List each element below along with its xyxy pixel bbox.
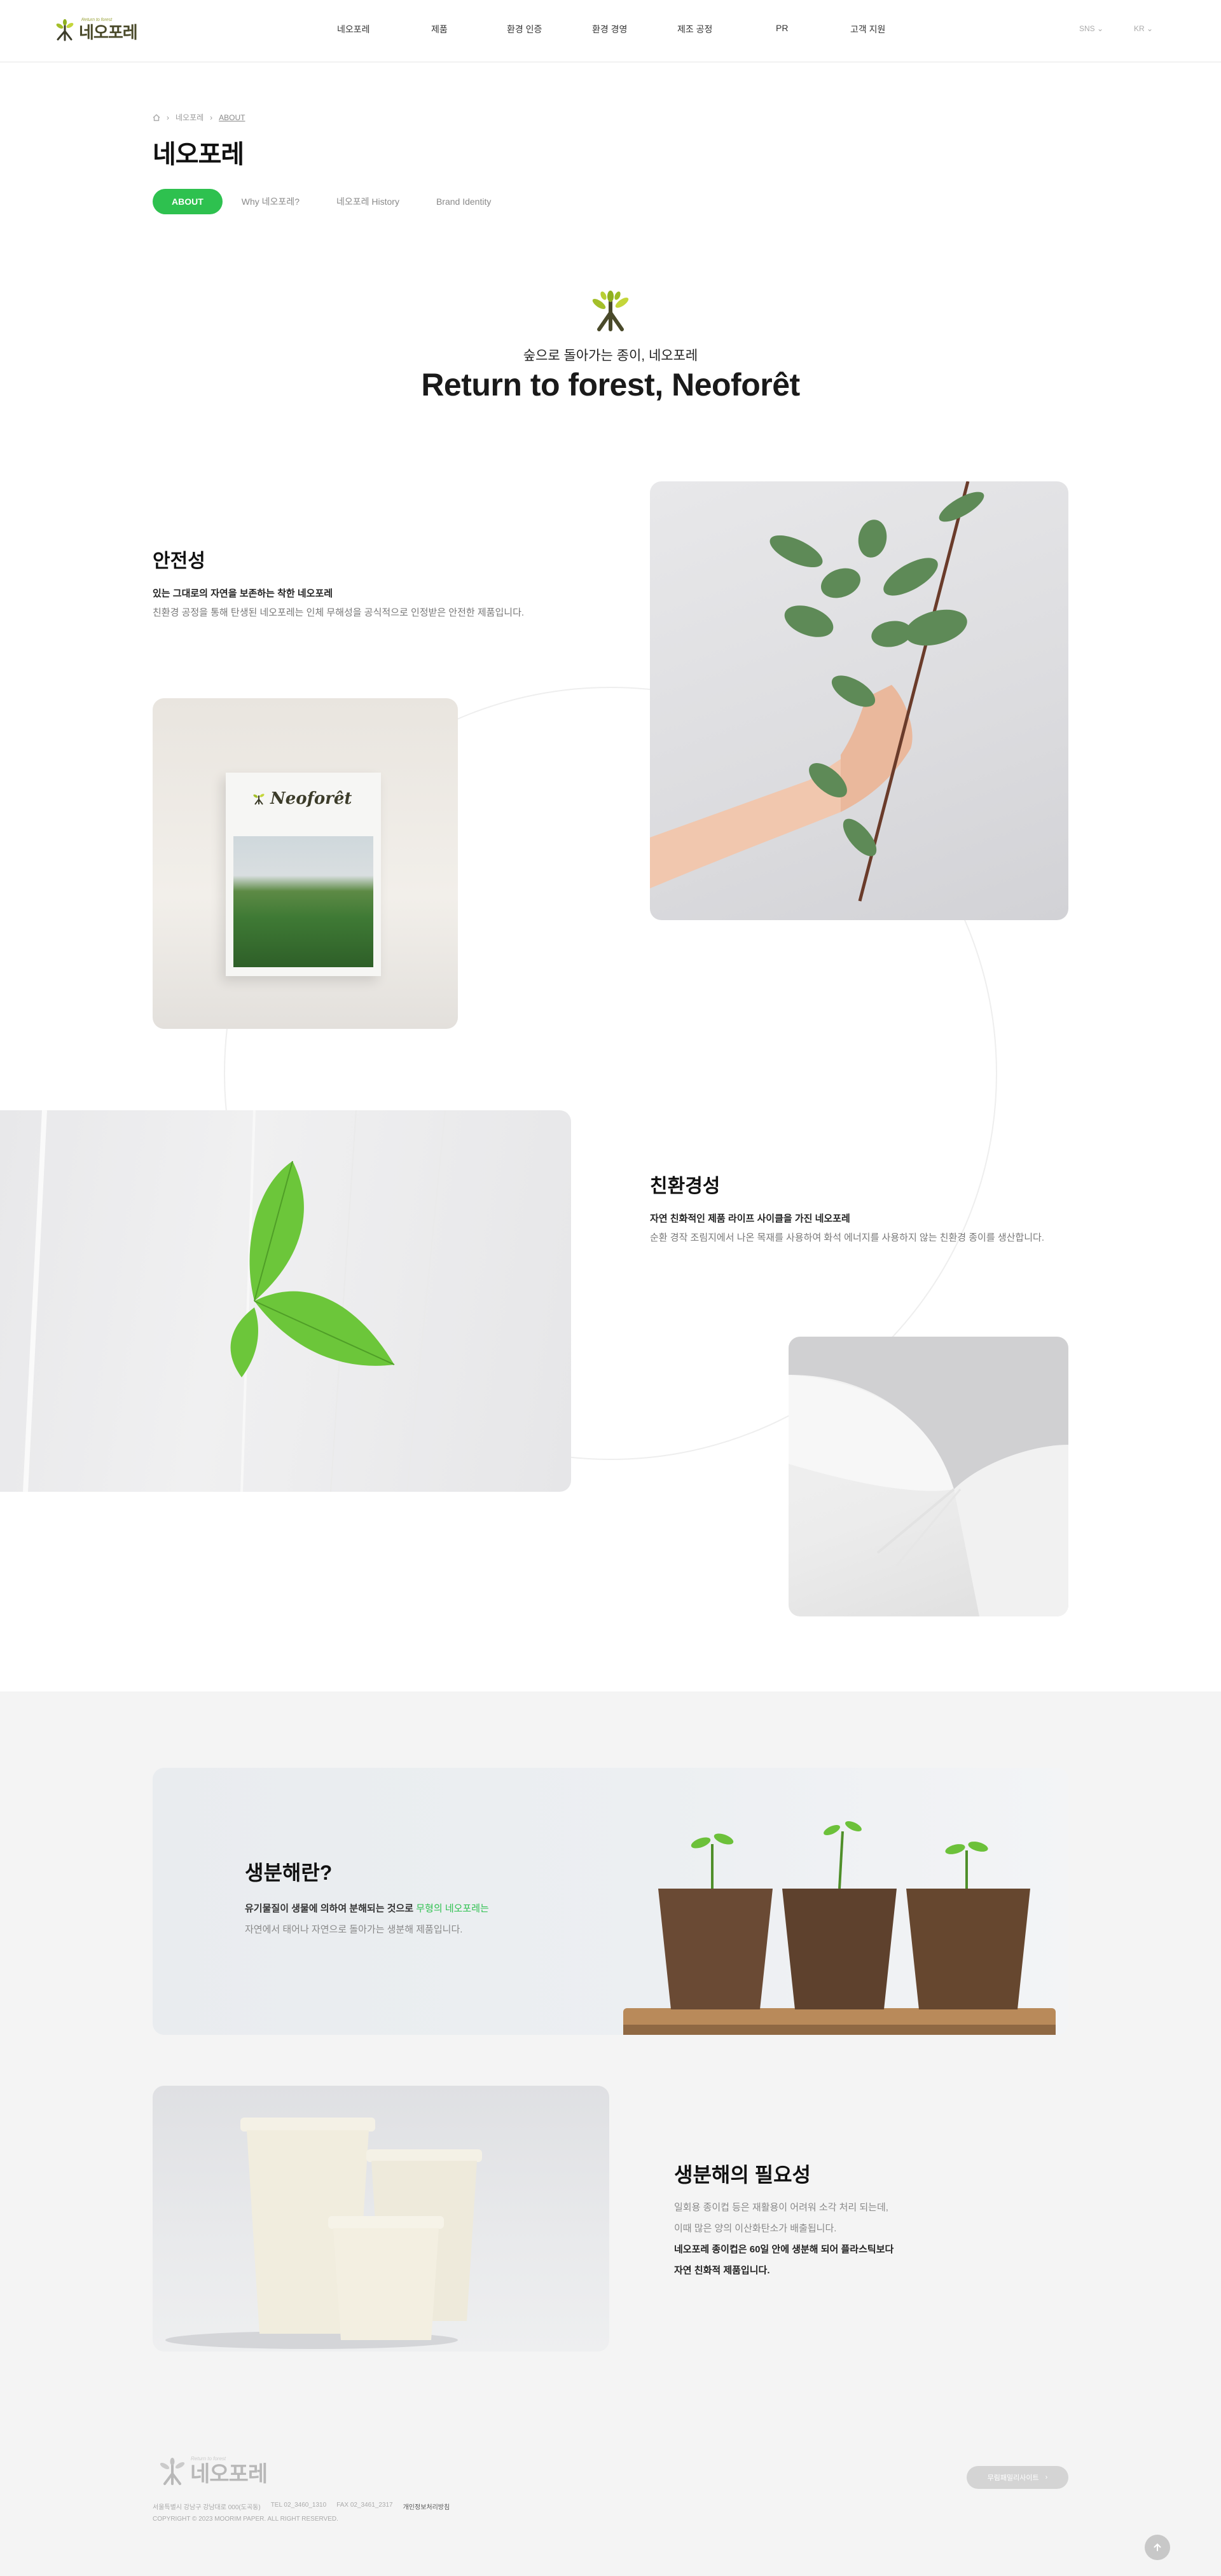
paper-cups-image — [153, 2086, 609, 2352]
footer-info: 서울특별시 강남구 강남대로 000(도곡동) TEL 02_3460_1310… — [153, 2502, 450, 2511]
chevron-down-icon: ⌄ — [1147, 24, 1154, 33]
nav-pr[interactable]: PR — [776, 23, 788, 33]
footer-tel: TEL 02_3460_1310 — [270, 2502, 327, 2509]
chevron-right-icon: › — [1045, 2474, 1048, 2481]
language-label: KR — [1134, 24, 1145, 33]
home-icon[interactable] — [153, 114, 160, 121]
sns-menu[interactable]: SNS ⌄ — [1079, 24, 1103, 33]
footer-fax: FAX 02_3461_2317 — [336, 2502, 393, 2509]
leaf-logo-icon — [160, 2458, 185, 2485]
footer-logo-tagline: Return to forest — [191, 2456, 226, 2462]
necessity-line4: 자연 친화적 제품입니다. — [674, 2265, 770, 2276]
privacy-policy-link[interactable]: 개인정보처리방침 — [403, 2502, 450, 2511]
tab-about[interactable]: ABOUT — [153, 189, 223, 214]
footer-address: 서울특별시 강남구 강남대로 000(도곡동) — [153, 2504, 261, 2511]
site-logo[interactable]: 네오포레 Return to forest — [52, 18, 154, 45]
leaf-logo-icon — [592, 291, 629, 331]
brochure-card: Neoforêt — [226, 773, 381, 976]
intro-subtitle: 숲으로 돌아가는 종이, 네오포레 — [523, 348, 698, 363]
eco-lead: 자연 친화적인 제품 라이프 사이클을 가진 네오포레 — [650, 1213, 850, 1224]
chevron-right-icon: › — [167, 113, 169, 122]
family-site-label: 무림패밀리사이트 — [987, 2474, 1039, 2482]
biodegradation-desc-bold: 유기물질이 생물에 의하여 분해되는 것으로 — [245, 1903, 414, 1914]
tab-why[interactable]: Why 네오포레? — [242, 195, 300, 208]
eucalyptus-hand-image — [650, 481, 1068, 920]
nav-certification[interactable]: 환경 인증 — [507, 23, 542, 36]
scroll-top-button[interactable] — [1145, 2535, 1170, 2560]
brochure-brand: Neoforêt — [270, 789, 352, 808]
breadcrumb-level1[interactable]: 네오포레 — [176, 112, 204, 123]
arrow-up-icon — [1154, 2543, 1161, 2551]
brochure-landscape — [233, 836, 373, 967]
nav-process[interactable]: 제조 공정 — [677, 23, 712, 36]
book-image — [789, 1337, 1068, 1616]
logo-text: 네오포레 — [79, 22, 138, 42]
breadcrumb: › 네오포레 › ABOUT — [153, 112, 245, 123]
eco-desc: 순환 경작 조림지에서 나온 목재를 사용하여 화석 에너지를 사용하지 않는 … — [650, 1232, 1044, 1243]
language-select[interactable]: KR ⌄ — [1134, 24, 1153, 33]
nav-support[interactable]: 고객 지원 — [850, 23, 885, 36]
nav-env-management[interactable]: 환경 경영 — [592, 23, 627, 36]
paper-leaves-image — [0, 1110, 571, 1492]
necessity-line1: 일회용 종이컵 등은 재활용이 어려워 소각 처리 되는데, — [674, 2202, 888, 2213]
brochure-image: Neoforêt — [153, 698, 458, 1029]
footer-logo[interactable]: 네오포레 Return to forest — [156, 2456, 283, 2488]
nav-neoforet[interactable]: 네오포레 — [337, 23, 370, 36]
leaf-logo-icon — [56, 19, 74, 41]
leaf-logo-icon — [253, 794, 265, 805]
sns-label: SNS — [1079, 24, 1095, 33]
chevron-down-icon: ⌄ — [1097, 24, 1104, 33]
biodegradation-title: 생분해란? — [245, 1861, 333, 1884]
tab-brand-identity[interactable]: Brand Identity — [436, 196, 491, 207]
main-nav: 네오포레 제품 환경 인증 환경 경영 제조 공정 PR 고객 지원 — [305, 23, 941, 38]
biodegradation-desc-highlight: 무형의 네오포레는 — [413, 1903, 489, 1914]
necessity-line2: 이때 많은 양의 이산화탄소가 배출됩니다. — [674, 2223, 837, 2234]
safety-lead: 있는 그대로의 자연을 보존하는 착한 네오포레 — [153, 588, 333, 599]
necessity-title: 생분해의 필요성 — [674, 2163, 811, 2186]
nav-products[interactable]: 제품 — [431, 23, 448, 36]
biodegradation-desc: 유기물질이 생물에 의하여 분해되는 것으로 무형의 네오포레는 자연에서 태어… — [245, 1898, 576, 1940]
tab-history[interactable]: 네오포레 History — [336, 195, 399, 208]
eco-title: 친환경성 — [650, 1176, 721, 1197]
family-site-button[interactable]: 무림패밀리사이트 › — [967, 2466, 1068, 2489]
footer-copyright: COPYRIGHT © 2023 MOORIM PAPER. ALL RIGHT… — [153, 2516, 338, 2523]
necessity-line3: 네오포레 종이컵은 60일 안에 생분해 되어 플라스틱보다 — [674, 2244, 894, 2255]
chevron-right-icon: › — [210, 113, 213, 122]
site-header: 네오포레 Return to forest 네오포레 제품 환경 인증 환경 경… — [0, 0, 1221, 62]
necessity-desc: 일회용 종이컵 등은 재활용이 어려워 소각 처리 되는데, 이때 많은 양의 … — [674, 2197, 1005, 2281]
biodegradation-desc-rest: 자연에서 태어나 자연으로 돌아가는 생분해 제품입니다. — [245, 1924, 463, 1935]
page-title: 네오포레 — [153, 141, 244, 169]
safety-title: 안전성 — [153, 551, 205, 572]
sub-tabs: ABOUT Why 네오포레? 네오포레 History Brand Ident… — [153, 189, 528, 214]
safety-desc: 친환경 공정을 통해 탄생된 네오포레는 인체 무해성을 공식적으로 인정받은 … — [153, 607, 525, 618]
logo-tagline: Return to forest — [81, 18, 113, 22]
intro-title: Return to forest, Neoforêt — [421, 367, 800, 403]
breadcrumb-current[interactable]: ABOUT — [219, 113, 245, 122]
